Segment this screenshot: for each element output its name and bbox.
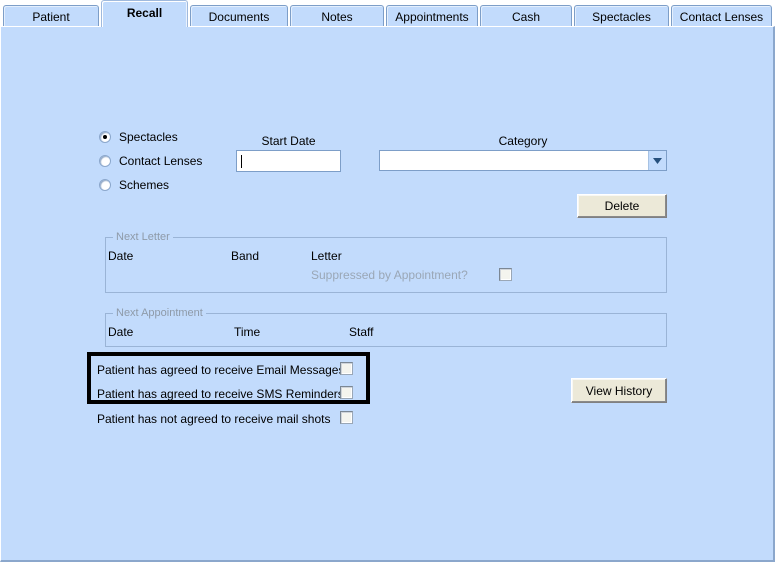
next-appointment-col-time: Time bbox=[234, 325, 261, 339]
radio-spectacles[interactable]: Spectacles bbox=[99, 129, 178, 145]
next-appointment-col-date: Date bbox=[108, 325, 134, 339]
next-appointment-legend: Next Appointment bbox=[113, 307, 206, 319]
radio-indicator bbox=[99, 155, 111, 167]
tab-label: Documents bbox=[208, 10, 270, 24]
consent-label-mailshots: Patient has not agreed to receive mail s… bbox=[97, 412, 331, 426]
suppressed-by-appointment-checkbox[interactable] bbox=[499, 268, 512, 281]
category-dropdown[interactable] bbox=[379, 150, 667, 171]
radio-label: Schemes bbox=[119, 178, 170, 192]
tab-notes[interactable]: Notes bbox=[290, 5, 384, 27]
next-letter-col-letter: Letter bbox=[311, 249, 342, 263]
next-appointment-groupbox: Next Appointment bbox=[105, 307, 667, 347]
radio-indicator bbox=[99, 179, 111, 191]
consent-checkbox-email[interactable] bbox=[340, 362, 353, 375]
tab-cash[interactable]: Cash bbox=[480, 5, 572, 27]
tab-strip: Patient Recall Documents Notes Appointme… bbox=[0, 0, 775, 27]
consent-label-email: Patient has agreed to receive Email Mess… bbox=[97, 363, 345, 377]
radio-indicator bbox=[99, 131, 111, 143]
suppressed-by-appointment-label: Suppressed by Appointment? bbox=[311, 268, 468, 282]
recall-screen: Patient Recall Documents Notes Appointme… bbox=[0, 0, 775, 562]
radio-label: Contact Lenses bbox=[119, 154, 203, 168]
tab-spectacles[interactable]: Spectacles bbox=[574, 5, 669, 27]
consent-checkbox-mailshots[interactable] bbox=[340, 411, 353, 424]
tab-label: Spectacles bbox=[592, 10, 651, 24]
chevron-down-icon[interactable] bbox=[648, 151, 666, 170]
next-letter-legend: Next Letter bbox=[113, 231, 173, 243]
tab-label: Contact Lenses bbox=[679, 10, 764, 24]
next-letter-col-date: Date bbox=[108, 249, 134, 263]
tab-label: Notes bbox=[321, 10, 353, 24]
tab-appointments[interactable]: Appointments bbox=[386, 5, 478, 27]
next-letter-groupbox: Next Letter bbox=[105, 231, 667, 293]
tab-label: Cash bbox=[511, 10, 540, 24]
tab-documents[interactable]: Documents bbox=[190, 5, 288, 27]
radio-contact-lenses[interactable]: Contact Lenses bbox=[99, 153, 202, 169]
start-date-label: Start Date bbox=[261, 134, 316, 148]
recall-panel: Spectacles Contact Lenses Schemes Start … bbox=[0, 26, 775, 562]
view-history-button-label: View History bbox=[585, 383, 653, 398]
tab-label: Patient bbox=[32, 10, 70, 24]
view-history-button[interactable]: View History bbox=[571, 378, 667, 403]
tab-contact-lenses[interactable]: Contact Lenses bbox=[671, 5, 772, 27]
category-label: Category bbox=[498, 134, 548, 148]
delete-button[interactable]: Delete bbox=[577, 194, 667, 218]
tab-patient[interactable]: Patient bbox=[3, 5, 99, 27]
category-value bbox=[380, 151, 648, 170]
start-date-input[interactable] bbox=[236, 150, 341, 172]
next-letter-col-band: Band bbox=[231, 249, 260, 263]
text-caret bbox=[241, 154, 242, 168]
radio-schemes[interactable]: Schemes bbox=[99, 177, 169, 193]
tab-recall[interactable]: Recall bbox=[101, 0, 188, 27]
consent-checkbox-sms[interactable] bbox=[340, 386, 353, 399]
tab-label: Recall bbox=[126, 6, 163, 20]
radio-label: Spectacles bbox=[119, 130, 178, 144]
consent-label-sms: Patient has agreed to receive SMS Remind… bbox=[97, 387, 344, 401]
next-appointment-col-staff: Staff bbox=[349, 325, 374, 339]
delete-button-label: Delete bbox=[604, 199, 640, 213]
tab-label: Appointments bbox=[395, 10, 469, 24]
